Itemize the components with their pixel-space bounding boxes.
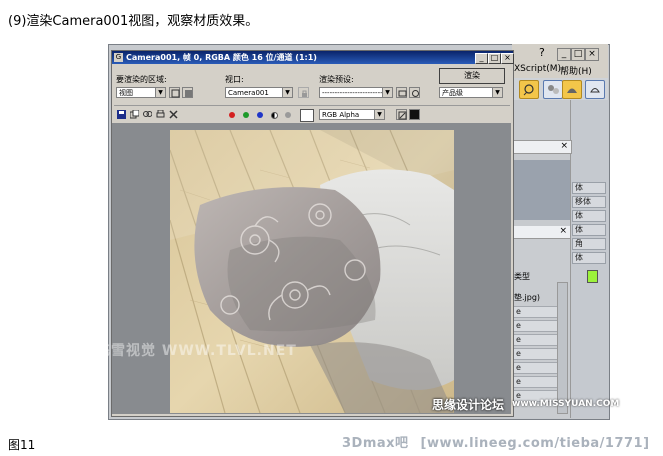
render-quality-value: 产品级 — [442, 89, 463, 97]
menu-maxscript[interactable]: XScript(M) — [514, 64, 561, 74]
command-panel-row[interactable]: 移体 — [572, 196, 606, 208]
rendered-image — [170, 130, 454, 413]
toggle-ui-overlay-icon[interactable] — [409, 109, 420, 120]
material-panel-scrollbar[interactable] — [557, 282, 568, 414]
material-slot-row[interactable]: e — [513, 362, 559, 374]
command-panel-row[interactable]: 体 — [572, 224, 606, 236]
channel-value: RGB Alpha — [322, 111, 360, 119]
copy-icon[interactable] — [129, 109, 140, 120]
render-preset-select[interactable]: ------------------------ ▼ — [319, 87, 393, 98]
forum-watermark: 思缘设计论坛 — [432, 398, 505, 412]
render-area-select[interactable]: 视图 ▼ — [116, 87, 166, 98]
red-channel-icon[interactable] — [229, 112, 235, 118]
material-slot-row[interactable]: e — [513, 348, 559, 360]
render-preset-value: ------------------------ — [322, 89, 383, 97]
minimize-icon[interactable]: _ — [475, 53, 488, 64]
close-icon[interactable]: × — [559, 226, 567, 236]
caption: (9)渲染Camera001视图，观察材质效果。 — [8, 14, 259, 29]
toolbar-separator — [114, 105, 510, 106]
command-panel-row[interactable]: 体 — [572, 252, 606, 264]
render-window-title: Camera001, 帧 0, RGBA 颜色 16 位/通道 (1:1) — [126, 53, 317, 62]
maximize-icon[interactable]: □ — [488, 53, 501, 64]
material-editor-icon[interactable] — [543, 80, 563, 99]
material-slot-row[interactable]: e — [513, 320, 559, 332]
viewport-label: 视口: — [225, 75, 244, 84]
command-panel-row[interactable]: 角 — [572, 238, 606, 250]
chevron-down-icon: ▼ — [282, 88, 292, 97]
render-setup-icon[interactable] — [562, 80, 582, 99]
color-swatch[interactable] — [300, 109, 314, 122]
monochrome-icon[interactable] — [285, 112, 291, 118]
environment-icon[interactable] — [409, 87, 420, 98]
render-quality-select[interactable]: 产品级 ▼ — [439, 87, 503, 98]
close-icon[interactable]: × — [585, 48, 599, 61]
clear-icon[interactable] — [168, 109, 179, 120]
maximize-icon[interactable]: □ — [571, 48, 585, 61]
display-channel-icon[interactable] — [396, 109, 407, 120]
chevron-down-icon: ▼ — [155, 88, 165, 97]
edit-region-icon[interactable] — [169, 87, 180, 98]
chevron-down-icon: ▼ — [374, 110, 384, 119]
save-icon[interactable] — [116, 109, 127, 120]
clone-icon[interactable] — [142, 109, 153, 120]
viewport-value: Camera001 — [228, 89, 269, 97]
render-setup-icon[interactable] — [396, 87, 407, 98]
green-channel-icon[interactable] — [243, 112, 249, 118]
material-type-label: 类型 — [514, 272, 530, 281]
render-preset-label: 渲染预设: — [319, 75, 354, 84]
app-icon: G — [114, 53, 123, 62]
close-icon[interactable]: × — [501, 53, 514, 64]
chevron-down-icon: ▼ — [492, 88, 502, 97]
figure-label: 图11 — [8, 438, 36, 452]
lock-icon[interactable] — [298, 87, 309, 98]
footer-watermark: 3Dmax吧 [www.lineeg.com/tieba/1771] — [342, 432, 650, 451]
material-slot-row[interactable]: e — [513, 306, 559, 318]
render-button[interactable]: 渲染 — [439, 68, 505, 84]
command-panel-row[interactable]: 体 — [572, 210, 606, 222]
quick-render-icon[interactable] — [585, 80, 605, 99]
print-icon[interactable] — [155, 109, 166, 120]
chevron-down-icon: ▼ — [382, 88, 392, 97]
object-color-swatch[interactable] — [587, 270, 598, 283]
material-editor-header: × — [512, 226, 570, 239]
footer-site: 3Dmax吧 — [342, 436, 409, 451]
render-watermark: 飞雪视觉 WWW.TLVL.NET — [96, 343, 297, 359]
forum-url-watermark: www.MISSYUAN.COM — [512, 399, 620, 409]
material-slot-row[interactable]: e — [513, 376, 559, 388]
side-rollout-header: × — [512, 140, 572, 154]
minimize-icon[interactable]: _ — [557, 48, 571, 61]
render-area-label: 要渲染的区域: — [116, 75, 167, 84]
select-tool-icon[interactable] — [519, 80, 539, 99]
help-question-icon[interactable]: ? — [539, 46, 545, 59]
material-slot-row[interactable]: e — [513, 334, 559, 346]
footer-url: [www.lineeg.com/tieba/1771] — [420, 436, 650, 451]
render-area-value: 视图 — [119, 89, 133, 97]
close-icon[interactable]: × — [560, 141, 568, 151]
viewport-select[interactable]: Camera001 ▼ — [225, 87, 293, 98]
channel-select[interactable]: RGB Alpha ▼ — [319, 109, 385, 120]
side-rollout-body — [512, 160, 570, 220]
alpha-channel-icon[interactable] — [271, 112, 278, 119]
blue-channel-icon[interactable] — [257, 112, 263, 118]
menu-help[interactable]: 帮助(H) — [560, 64, 592, 77]
auto-region-icon[interactable] — [182, 87, 193, 98]
material-map-label: 垫.jpg) — [514, 293, 541, 302]
command-panel-row[interactable]: 体 — [572, 182, 606, 194]
render-window-titlebar[interactable]: G Camera001, 帧 0, RGBA 颜色 16 位/通道 (1:1) … — [112, 51, 514, 64]
